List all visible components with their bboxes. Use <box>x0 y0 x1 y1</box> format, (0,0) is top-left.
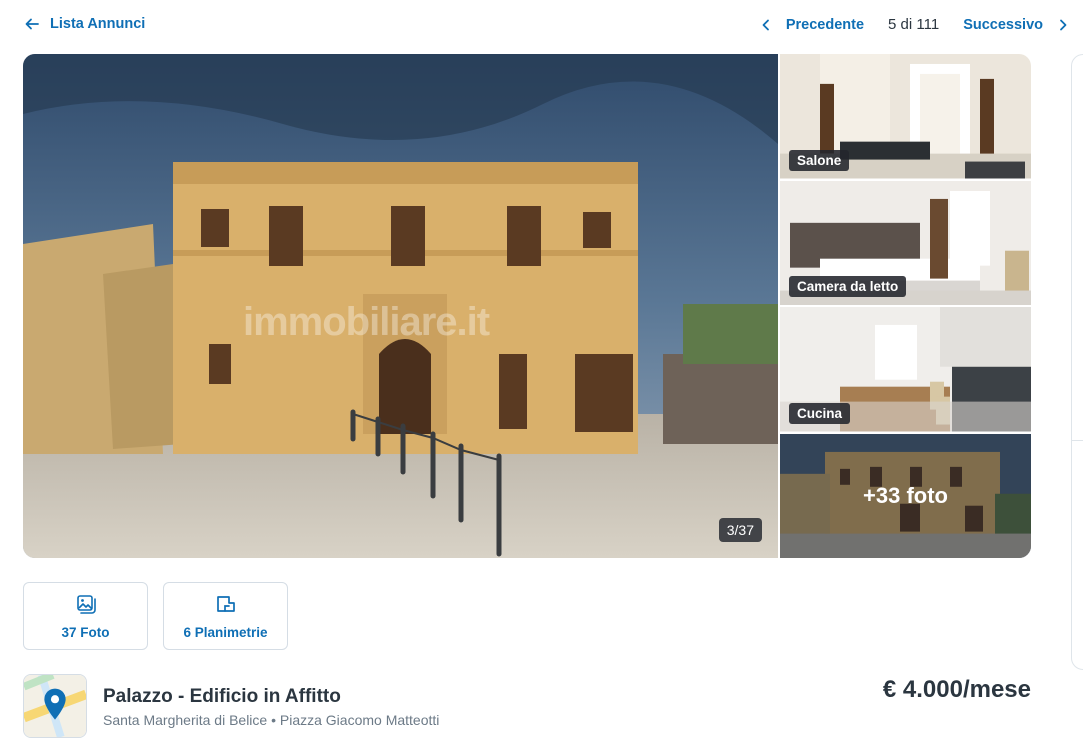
chevron-right-icon <box>1060 19 1067 30</box>
listing-pager: Precedente 5 di 111 Successivo <box>760 16 1069 33</box>
next-label: Successivo <box>963 16 1043 33</box>
listing-price: € 4.000/mese <box>882 676 1031 703</box>
listing-location: Santa Margherita di Belice • Piazza Giac… <box>103 712 440 728</box>
photo-gallery: immobiliare.it 3/37 Salone Camera da let… <box>23 54 1031 558</box>
thumb-kitchen[interactable]: Cucina <box>780 307 1031 432</box>
next-button[interactable]: Successivo <box>963 17 1069 33</box>
more-photos-overlay: +33 foto <box>780 433 1031 558</box>
previous-label: Precedente <box>785 16 865 33</box>
more-photos-label: +33 foto <box>863 482 948 508</box>
thumb-label-camera: Camera da letto <box>789 276 907 297</box>
floor-plans-button-label: 6 Planimetrie <box>183 624 268 640</box>
photo-gallery-icon <box>76 594 96 614</box>
main-photo[interactable]: immobiliare.it 3/37 <box>23 54 778 558</box>
map-pin-icon <box>24 675 86 737</box>
listing-counter: 5 di 111 <box>888 16 940 33</box>
listing-title: Palazzo - Edificio in Affitto <box>103 686 341 707</box>
side-contact-panel <box>1071 54 1083 670</box>
side-panel-divider <box>1071 440 1083 441</box>
photos-button[interactable]: 37 Foto <box>23 582 148 650</box>
floor-plans-button[interactable]: 6 Planimetrie <box>163 582 288 650</box>
thumb-label-salone: Salone <box>789 149 850 171</box>
map-thumbnail[interactable] <box>23 674 87 738</box>
photos-button-label: 37 Foto <box>61 624 110 640</box>
chevron-left-icon <box>762 19 769 30</box>
thumb-more-photos[interactable]: +33 foto <box>780 433 1031 558</box>
back-to-list-link[interactable]: Lista Annunci <box>24 16 145 32</box>
media-buttons: 37 Foto 6 Planimetrie <box>23 582 288 650</box>
arrow-left-icon <box>25 18 39 30</box>
previous-button[interactable]: Precedente <box>760 17 864 33</box>
top-navigation: Lista Annunci Precedente 5 di 111 Succes… <box>0 0 1083 54</box>
thumb-label-cucina: Cucina <box>789 402 851 424</box>
watermark-logo: immobiliare.it <box>243 300 490 344</box>
floor-plan-icon <box>216 595 235 612</box>
thumb-bedroom[interactable]: Camera da letto <box>780 180 1031 305</box>
photo-counter-badge: 3/37 <box>718 518 762 542</box>
thumbnail-strip: Salone Camera da letto Cucina +33 foto <box>780 54 1031 558</box>
listing-summary: Palazzo - Edificio in Affitto Santa Marg… <box>23 674 1031 740</box>
thumb-living-room[interactable]: Salone <box>780 54 1031 179</box>
back-link-label: Lista Annunci <box>50 16 146 32</box>
